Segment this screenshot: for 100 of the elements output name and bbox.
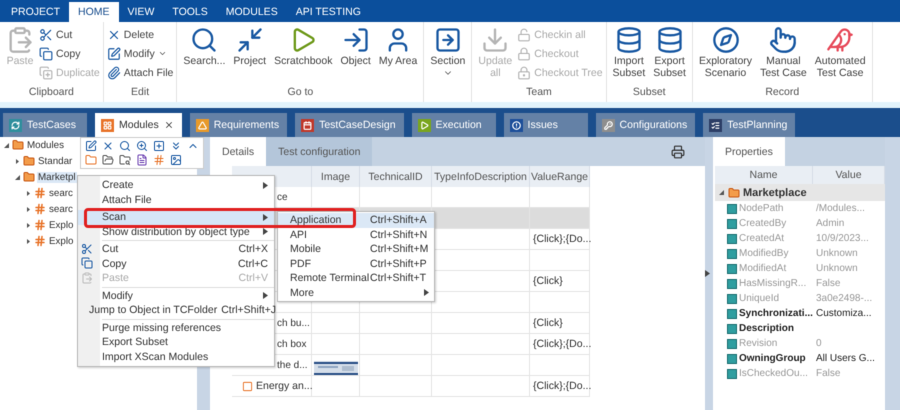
ribbon-tab[interactable]: MODULES [216, 2, 287, 22]
document-tab[interactable]: Execution [412, 113, 496, 137]
group-label: Record [764, 86, 800, 100]
table-cell [360, 334, 432, 355]
ribbon-button[interactable]: Copy [39, 45, 100, 62]
ribbon-button[interactable]: Project [230, 26, 270, 86]
menu-item[interactable]: Scan [78, 210, 274, 224]
cell-text: Energy an... [256, 380, 313, 392]
folder-search-icon [119, 154, 131, 166]
group-label: Go to [286, 86, 314, 100]
ribbon-button[interactable]: Automated Test Case [812, 26, 869, 86]
ribbon-button[interactable]: Modify [106, 45, 174, 62]
group-label: Team [525, 86, 553, 100]
table-cell [530, 292, 590, 313]
menu-item[interactable]: Cut Ctrl+X [78, 242, 274, 256]
arrows-icon [236, 26, 264, 54]
table-cell [360, 313, 432, 334]
tree-item[interactable]: searc [48, 204, 74, 214]
tree-item[interactable]: searc [48, 188, 74, 198]
copy-icon [39, 66, 53, 80]
ribbon-tab[interactable]: HOME [69, 2, 119, 22]
ribbon-button[interactable]: Scratchbook [271, 26, 336, 86]
scrollbar[interactable] [885, 137, 900, 410]
expand-arrow-icon[interactable] [25, 190, 32, 196]
arrow-box-icon [434, 26, 462, 54]
group-label: Edit [130, 86, 150, 100]
document-tab[interactable]: Modules [95, 113, 182, 137]
ribbon-button[interactable]: Attach File [106, 64, 174, 81]
menu-item[interactable]: Mobile Ctrl+Shift+M [278, 242, 434, 256]
ribbon-tab[interactable]: PROJECT [2, 2, 70, 22]
column-header[interactable]: Value [813, 166, 885, 184]
document-tab[interactable]: Configurations [596, 113, 696, 137]
collapse-arrow-icon[interactable] [718, 189, 725, 196]
table-cell [360, 376, 432, 397]
tree-item[interactable]: Modules [26, 140, 66, 150]
document-tab[interactable]: TestCases [3, 113, 87, 137]
column-header[interactable]: TypeInfoDescription [432, 166, 530, 187]
zoom-icon [136, 140, 148, 152]
compass-icon [712, 26, 740, 54]
ribbon-button[interactable]: Import Subset [610, 26, 648, 86]
document-icon [136, 154, 148, 166]
ribbon-button[interactable]: My Area [376, 26, 420, 86]
ribbon-button[interactable]: Object [337, 26, 374, 86]
property-value[interactable]: Customiza... [816, 308, 872, 319]
tree-item[interactable]: Explo [48, 220, 75, 230]
collapse-arrow-icon[interactable] [3, 142, 10, 148]
ribbon-tab[interactable]: API TESTING [286, 2, 370, 22]
menu-item[interactable]: Modify [78, 288, 274, 303]
table-cell: {Click};{Do... [530, 229, 590, 250]
column-header[interactable]: TechnicalID [360, 166, 432, 187]
menu-item[interactable]: API Ctrl+Shift+N [278, 228, 434, 242]
plus-box-icon [153, 140, 165, 152]
hash-icon [34, 219, 46, 231]
column-header[interactable]: Image [312, 166, 360, 187]
property-name: IsCheckedOu... [739, 368, 808, 379]
ribbon-tab[interactable]: VIEW [118, 2, 164, 22]
document-tab[interactable]: TestPlanning [703, 113, 796, 137]
folder-icon [728, 186, 740, 198]
ribbon-button[interactable]: Cut [39, 26, 100, 43]
folder-icon [23, 171, 35, 183]
ribbon-button[interactable]: Manual Test Case [757, 26, 810, 86]
column-header[interactable]: ValueRange [530, 166, 590, 187]
table-cell [360, 187, 432, 208]
column-header[interactable]: Name [715, 166, 813, 184]
ribbon-button[interactable]: Exploratory Scenario [696, 26, 756, 86]
document-tab[interactable]: TestCaseDesign [295, 113, 404, 137]
menu-item[interactable]: Remote TerminalCtrl+Shift+T [278, 271, 434, 286]
ribbon-button[interactable]: Section [427, 26, 468, 86]
menu-item[interactable]: Show distribution by object type [78, 224, 274, 239]
ribbon-button[interactable]: Export Subset [650, 26, 689, 86]
expand-arrow-icon[interactable] [25, 206, 32, 212]
property-name: UniqueId [739, 293, 780, 304]
double-chevron-icon [170, 140, 182, 152]
ribbon-tab[interactable]: TOOLS [163, 2, 217, 22]
property-group[interactable]: Marketplace [743, 186, 807, 198]
table-cell [530, 250, 590, 271]
properties-tab[interactable]: Properties [713, 137, 785, 166]
menu-item[interactable]: More [278, 286, 434, 300]
scissors-icon [39, 28, 53, 42]
tree-item[interactable]: Explo [48, 236, 75, 246]
ribbon-button[interactable]: Delete [106, 26, 174, 43]
detail-tab[interactable]: Test configuration [266, 137, 372, 166]
expand-arrow-icon[interactable] [14, 158, 21, 164]
detail-tab[interactable]: Details [210, 137, 266, 166]
folder-icon [85, 154, 97, 166]
tree-item[interactable]: Standar [37, 156, 74, 166]
document-tab[interactable]: Requirements [190, 113, 288, 137]
lock-icon [517, 66, 532, 80]
property-value[interactable]: All Users G... [816, 353, 875, 364]
ribbon-button[interactable]: Search... [180, 26, 228, 86]
document-tab[interactable]: Issues [504, 113, 588, 137]
search-icon [119, 140, 131, 152]
menu-item[interactable]: Copy Ctrl+C [78, 256, 274, 271]
property-name: Revision [739, 338, 778, 349]
menu-item[interactable]: PDF Ctrl+Shift+P [278, 256, 434, 271]
expand-arrow-icon[interactable] [25, 222, 32, 228]
group-label: Clipboard [28, 86, 75, 100]
tree-item[interactable]: Marketpl [37, 172, 77, 182]
collapse-arrow-icon[interactable] [14, 174, 21, 180]
expand-arrow-icon[interactable] [25, 238, 32, 244]
